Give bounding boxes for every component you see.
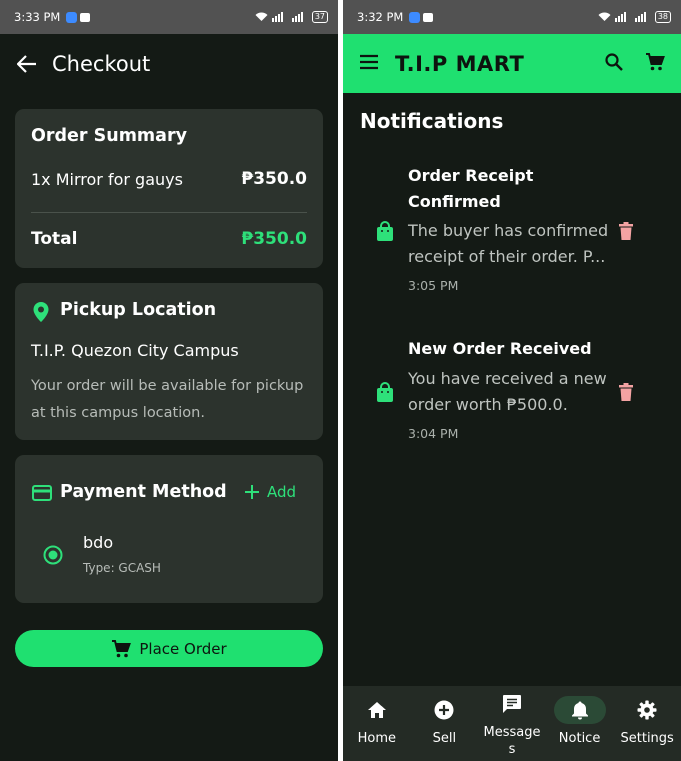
menu-icon[interactable] (359, 54, 379, 74)
add-payment-label: Add (267, 483, 297, 501)
nav-label: Home (357, 731, 396, 746)
status-bar: 3:33 PM 37 (0, 0, 338, 34)
shopping-bag-icon (376, 221, 394, 246)
app-bar: T.I.P MART (343, 34, 681, 93)
notification-time: 3:04 PM (408, 426, 459, 441)
status-icons: 37 (255, 11, 328, 23)
signal-icon (271, 12, 283, 22)
nav-sell[interactable]: Sell (413, 696, 475, 747)
notification-body: You have received a new order worth ₱500… (408, 369, 607, 414)
screenshot-icon (423, 12, 434, 22)
back-arrow-icon[interactable] (16, 53, 38, 75)
gear-icon (637, 696, 657, 724)
messenger-icon (409, 11, 421, 23)
radio-selected-icon[interactable] (43, 545, 63, 569)
add-circle-icon (434, 696, 454, 724)
divider (31, 212, 307, 213)
notification-time: 3:05 PM (408, 278, 459, 293)
signal-icon (614, 12, 626, 22)
shopping-bag-icon (376, 382, 394, 407)
home-icon (367, 696, 387, 724)
app-title: T.I.P MART (395, 51, 525, 76)
payment-title: Payment Method (60, 482, 227, 502)
notification-title: New Order Received (408, 339, 592, 358)
search-icon[interactable] (605, 52, 623, 75)
order-total-label: Total (31, 229, 78, 249)
pickup-title: Pickup Location (60, 300, 217, 320)
nav-home[interactable]: Home (346, 696, 408, 747)
order-item-price: ₱350.0 (241, 169, 307, 189)
place-order-button[interactable]: Place Order (15, 630, 323, 667)
credit-card-icon (32, 485, 52, 505)
order-item-row: 1x Mirror for gauys ₱350.0 (31, 169, 307, 189)
add-payment-button[interactable]: Add (245, 483, 296, 501)
screenshot-icon (80, 12, 91, 22)
notification-body: The buyer has confirmed receipt of their… (408, 221, 609, 266)
pickup-campus: T.I.P. Quezon City Campus (31, 341, 239, 360)
bell-icon (553, 696, 606, 724)
order-summary-title: Order Summary (31, 126, 188, 146)
message-icon (502, 690, 522, 718)
battery-icon: 38 (654, 11, 671, 23)
signal-icon (291, 12, 303, 22)
nav-notice[interactable]: Notice (549, 696, 611, 747)
delete-icon[interactable] (619, 383, 633, 405)
page-title: Checkout (52, 52, 151, 76)
pickup-note: Your order will be available for pickup … (31, 378, 304, 421)
checkout-screen: 3:33 PM 37 Checkout Order Summary 1x Mir… (0, 0, 338, 761)
notifications-screen: 3:32 PM 38 T.I.P MART Notifications Orde… (343, 0, 681, 761)
signal-icon (634, 12, 646, 22)
order-item-label: 1x Mirror for gauys (31, 169, 183, 189)
order-summary-card: Order Summary 1x Mirror for gauys ₱350.0… (15, 109, 323, 268)
bottom-navigation: Home Sell Messages Notice Settings (343, 686, 681, 761)
battery-icon: 37 (311, 11, 328, 23)
plus-icon (245, 485, 259, 499)
cart-icon (112, 639, 132, 657)
nav-label: Notice (558, 731, 601, 746)
nav-label: Sell (432, 731, 457, 746)
nav-label: Messages (483, 725, 541, 757)
messenger-icon (66, 11, 78, 23)
nav-label: Settings (620, 731, 674, 746)
place-order-label: Place Order (139, 639, 227, 658)
nav-messages[interactable]: Messages (481, 690, 543, 758)
status-time: 3:32 PM (357, 10, 404, 24)
checkout-header: Checkout (0, 34, 338, 94)
status-icons: 38 (598, 11, 671, 23)
nav-settings[interactable]: Settings (616, 696, 678, 747)
order-total-row: Total ₱350.0 (31, 229, 307, 249)
section-title: Notifications (360, 109, 504, 133)
payment-method-card: Payment Method Add bdo Type: GCASH (15, 455, 323, 603)
payment-method-name: bdo (83, 533, 114, 552)
notification-item[interactable]: New Order Received You have received a n… (343, 336, 681, 446)
order-total-value: ₱350.0 (241, 229, 307, 249)
notification-item[interactable]: Order Receipt Confirmed The buyer has co… (343, 162, 681, 302)
payment-method-type: Type: GCASH (83, 561, 161, 575)
pickup-location-card: Pickup Location T.I.P. Quezon City Campu… (15, 283, 323, 440)
location-pin-icon (32, 301, 50, 327)
status-bar: 3:32 PM 38 (343, 0, 681, 34)
notification-title: Order Receipt Confirmed (408, 166, 534, 211)
delete-icon[interactable] (619, 222, 633, 244)
app-bar-actions (605, 52, 665, 75)
status-time: 3:33 PM (14, 10, 61, 24)
wifi-icon (255, 12, 268, 21)
cart-icon[interactable] (645, 52, 665, 75)
wifi-icon (598, 12, 611, 21)
